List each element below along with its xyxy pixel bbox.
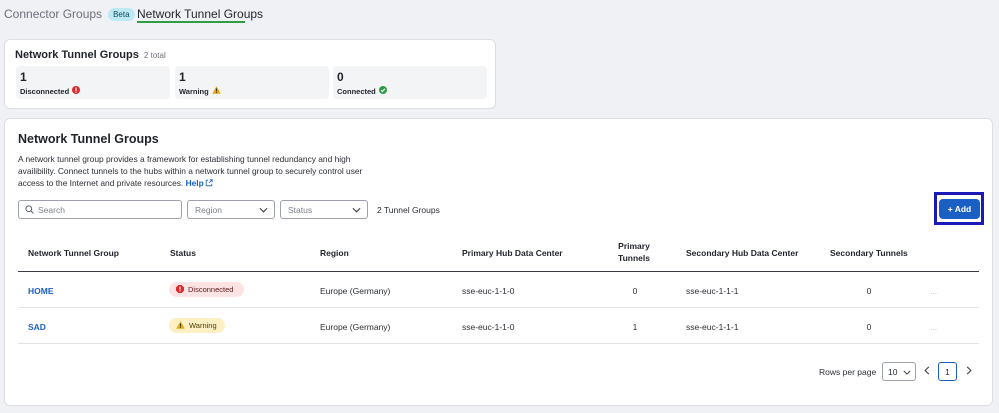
error-icon <box>176 284 184 295</box>
column-header-secondary-tunnels[interactable]: Secondary Tunnels <box>830 248 908 258</box>
secondary-tunnels-cell: 0 <box>866 286 872 296</box>
stat-label: Connected <box>337 86 387 96</box>
tab-label: Network Tunnel Groups <box>137 7 264 21</box>
status-select[interactable]: Status <box>280 200 368 219</box>
tunnel-groups-card: Network Tunnel Groups A network tunnel g… <box>4 118 993 406</box>
active-tab-indicator <box>137 21 245 23</box>
stat-label-text: Warning <box>179 86 209 96</box>
previous-page-button[interactable] <box>921 364 933 378</box>
tab-bar: Connector Groups Beta Network Tunnel Gro… <box>0 0 999 30</box>
rows-per-page-label: Rows per page <box>819 367 877 377</box>
stat-value: 1 <box>20 70 27 84</box>
search-icon <box>25 201 34 219</box>
search-field[interactable] <box>18 200 182 219</box>
stat-connected: 0 Connected <box>333 66 487 99</box>
header-line-2: Tunnels <box>618 253 650 263</box>
stat-warning: 1 Warning <box>175 66 329 99</box>
stat-label-text: Connected <box>337 86 376 96</box>
help-link-label: Help <box>185 178 204 188</box>
add-button[interactable]: + Add <box>939 199 980 219</box>
table-row[interactable]: HOME Disconnected Europe (Germany) sse-e… <box>18 272 979 308</box>
column-header-region[interactable]: Region <box>320 248 349 258</box>
region-cell: Europe (Germany) <box>320 322 391 332</box>
column-header-primary-tunnels[interactable]: Primary Tunnels <box>615 240 653 264</box>
check-circle-icon <box>378 86 387 96</box>
table-row[interactable]: SAD Warning Europe (Germany) sse-euc-1-1… <box>18 308 979 344</box>
tab-label: Connector Groups <box>4 7 103 21</box>
primary-hub-cell: sse-euc-1-1-0 <box>462 286 515 296</box>
beta-badge: Beta <box>108 7 135 21</box>
rows-per-page-select[interactable]: 10 <box>882 362 916 381</box>
stat-label: Warning <box>179 86 221 96</box>
region-cell: Europe (Germany) <box>320 286 391 296</box>
column-header-status[interactable]: Status <box>170 248 196 258</box>
tab-network-tunnel-groups[interactable]: Network Tunnel Groups <box>137 6 263 22</box>
column-header-secondary-hub[interactable]: Secondary Hub Data Center <box>686 248 798 258</box>
summary-title: Network Tunnel Groups 2 total <box>15 49 166 61</box>
external-link-icon <box>205 178 213 190</box>
stat-label: Disconnected <box>20 86 81 96</box>
stat-label-text: Disconnected <box>20 86 70 96</box>
next-page-button[interactable] <box>963 364 975 378</box>
stat-value: 0 <box>337 70 344 84</box>
tunnel-group-link[interactable]: SAD <box>28 322 46 332</box>
summary-title-text: Network Tunnel Groups <box>15 49 139 61</box>
chevron-right-icon <box>966 362 972 380</box>
row-actions-menu[interactable]: ... <box>930 322 937 332</box>
region-select-value: Region <box>195 204 222 215</box>
region-select[interactable]: Region <box>187 200 275 219</box>
status-badge: Warning <box>169 318 225 333</box>
primary-hub-cell: sse-euc-1-1-0 <box>462 322 515 332</box>
rows-per-page-value: 10 <box>888 366 898 377</box>
column-header-primary-hub[interactable]: Primary Hub Data Center <box>462 248 563 258</box>
description: A network tunnel group provides a framew… <box>18 153 383 190</box>
summary-total: 2 total <box>143 51 166 60</box>
status-badge: Disconnected <box>169 282 244 297</box>
error-icon <box>72 86 81 96</box>
primary-tunnels-cell: 1 <box>632 322 638 332</box>
group-count: 2 Tunnel Groups <box>377 205 440 215</box>
column-header-name[interactable]: Network Tunnel Group <box>28 248 119 258</box>
warning-icon <box>211 86 221 96</box>
primary-tunnels-cell: 0 <box>632 286 638 296</box>
page-title: Network Tunnel Groups <box>18 132 159 146</box>
tunnel-group-link[interactable]: HOME <box>28 286 54 296</box>
secondary-hub-cell: sse-euc-1-1-1 <box>686 286 739 296</box>
status-text: Disconnected <box>188 285 234 294</box>
page-button-current[interactable]: 1 <box>938 362 957 381</box>
search-input[interactable] <box>38 204 168 215</box>
status-text: Warning <box>189 321 217 330</box>
chevron-left-icon <box>924 362 930 380</box>
chevron-down-icon <box>903 367 911 377</box>
header-line-1: Primary <box>618 241 650 251</box>
tab-connector-groups[interactable]: Connector Groups Beta <box>4 6 135 22</box>
summary-card: Network Tunnel Groups 2 total 1 Disconne… <box>4 39 496 109</box>
row-actions-menu[interactable]: ... <box>930 286 937 296</box>
chevron-down-icon <box>259 205 268 215</box>
secondary-hub-cell: sse-euc-1-1-1 <box>686 322 739 332</box>
stat-disconnected: 1 Disconnected <box>16 66 170 99</box>
secondary-tunnels-cell: 0 <box>866 322 872 332</box>
chevron-down-icon <box>352 205 361 215</box>
warning-icon <box>176 320 185 331</box>
help-link[interactable]: Help <box>186 178 213 188</box>
stat-value: 1 <box>179 70 186 84</box>
status-select-value: Status <box>288 204 313 215</box>
